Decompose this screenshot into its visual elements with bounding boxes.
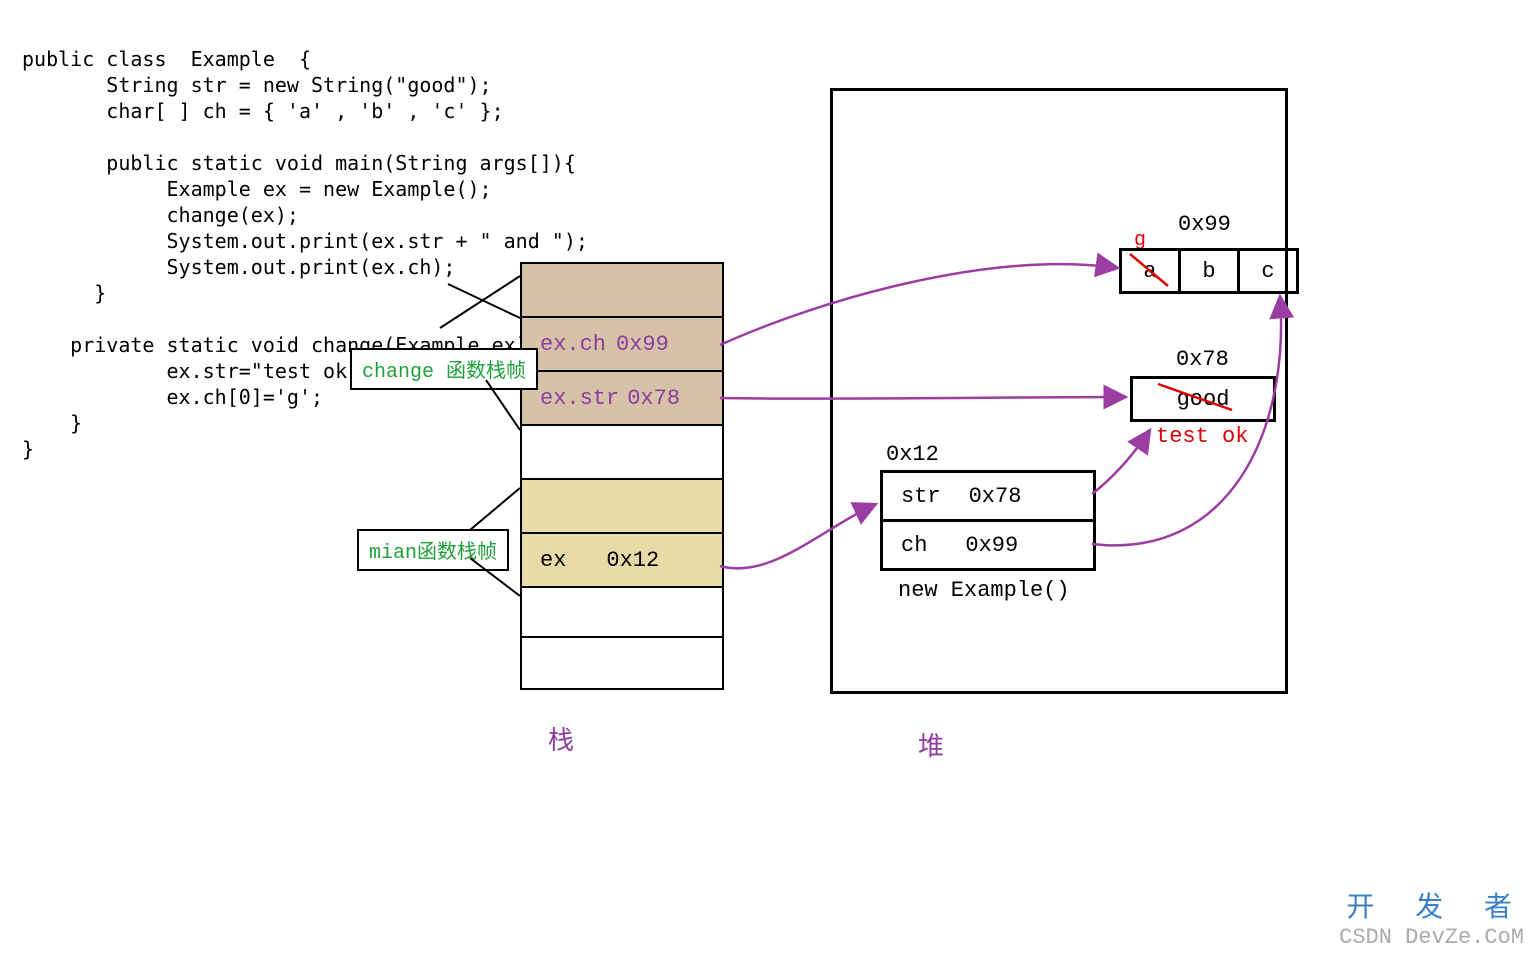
string-test: test ok bbox=[1156, 424, 1248, 449]
array-cell-2: c bbox=[1237, 248, 1299, 294]
stack-addr: 0x12 bbox=[606, 548, 659, 573]
code-block: public class Example { String str = new … bbox=[22, 46, 588, 462]
array-cell-0: a bbox=[1119, 248, 1181, 294]
heap-label: 堆 bbox=[918, 726, 944, 763]
stack-var: ex.ch bbox=[540, 332, 606, 357]
array-cell-1: b bbox=[1178, 248, 1240, 294]
stack-cell-blank1 bbox=[522, 588, 722, 638]
stack-cell-ex-ch: ex.ch 0x99 bbox=[522, 318, 722, 372]
change-frame-label: change 函数栈帧 bbox=[350, 348, 538, 390]
string-box: good bbox=[1130, 376, 1276, 422]
stack-box: ex.ch 0x99 ex.str 0x78 ex 0x12 bbox=[520, 262, 724, 690]
main-frame-label: mian函数栈帧 bbox=[357, 529, 509, 571]
stack-cell-blank2 bbox=[522, 638, 722, 688]
string-addr-label: 0x78 bbox=[1176, 347, 1229, 372]
stack-var: ex.str bbox=[540, 386, 619, 411]
stack-cell-ex: ex 0x12 bbox=[522, 534, 722, 588]
stack-cell-gap bbox=[522, 426, 722, 480]
obj-label: new Example() bbox=[898, 578, 1070, 603]
stack-label: 栈 bbox=[548, 720, 574, 757]
stack-cell-khaki bbox=[522, 480, 722, 534]
example-object: str0x78 ch0x99 bbox=[880, 470, 1096, 571]
watermark: 开 发 者 CSDN DevZe.CoM bbox=[1339, 895, 1524, 950]
stack-cell-empty-top bbox=[522, 264, 722, 318]
stack-cell-ex-str: ex.str 0x78 bbox=[522, 372, 722, 426]
watermark-2: CSDN DevZe.CoM bbox=[1339, 926, 1524, 950]
char-array: a b c bbox=[1122, 248, 1299, 294]
obj-row-str: str0x78 bbox=[883, 473, 1093, 522]
stack-addr: 0x99 bbox=[616, 332, 669, 357]
obj-addr-label: 0x12 bbox=[886, 442, 939, 467]
stack-var: ex bbox=[540, 548, 566, 573]
stack-addr: 0x78 bbox=[627, 386, 680, 411]
array-addr-label: 0x99 bbox=[1178, 212, 1231, 237]
watermark-1: 开 发 者 bbox=[1339, 895, 1524, 926]
obj-row-ch: ch0x99 bbox=[883, 522, 1093, 568]
